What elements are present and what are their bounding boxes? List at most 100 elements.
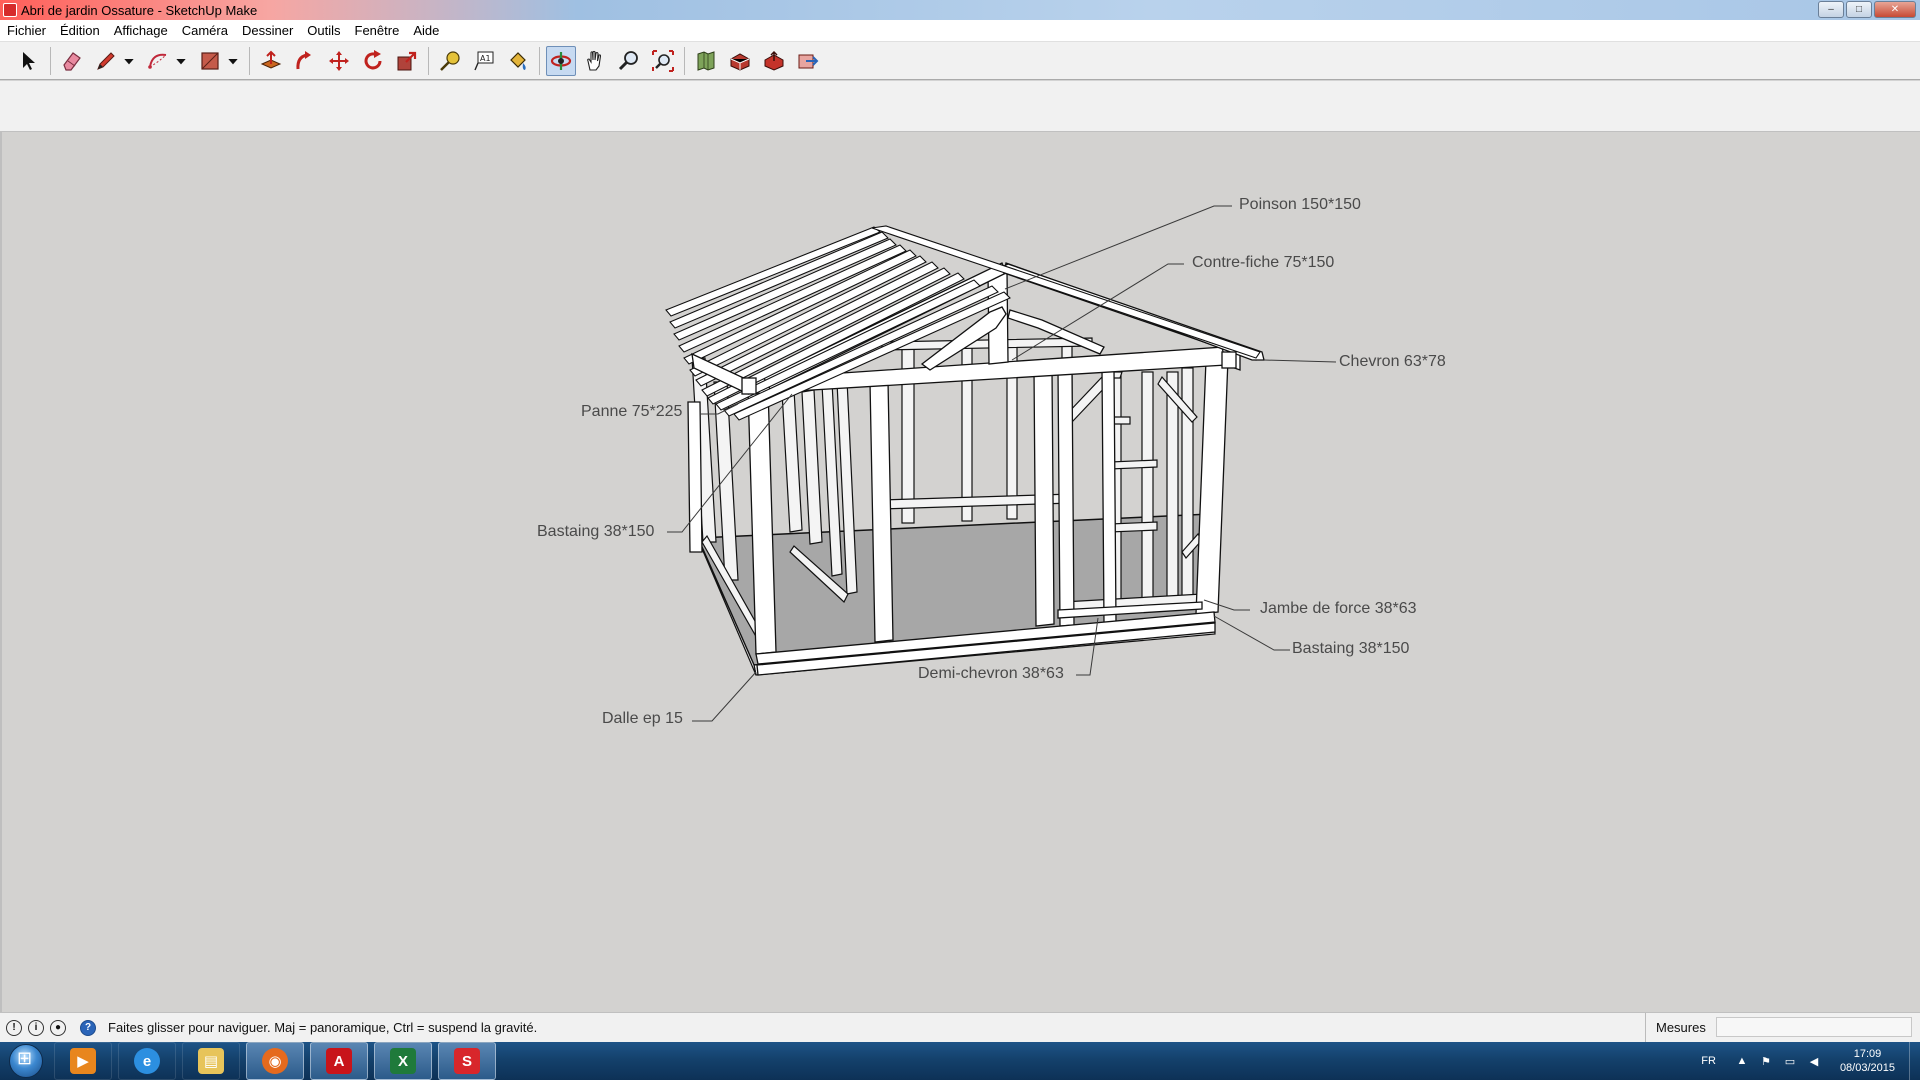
menu-camera[interactable]: Caméra (175, 23, 235, 38)
menu-dessiner[interactable]: Dessiner (235, 23, 300, 38)
zoom-extents-tool-button[interactable] (648, 46, 678, 76)
firefox-icon: ◉ (262, 1048, 288, 1074)
label-bastaing-left: Bastaing 38*150 (537, 523, 655, 540)
rectangle-icon (201, 51, 219, 70)
action-center-flag-icon[interactable]: ⚑ (1758, 1053, 1774, 1069)
taskbar-firefox[interactable]: ◉ (246, 1042, 304, 1080)
tape-measure-icon (440, 50, 460, 71)
share-model-button[interactable] (759, 46, 789, 76)
taskbar-excel[interactable]: X (374, 1042, 432, 1080)
toolbar-separator (428, 46, 429, 75)
file-explorer-icon: ▤ (198, 1048, 224, 1074)
show-desktop-button[interactable] (1909, 1042, 1920, 1080)
taskbar-file-explorer[interactable]: ▤ (182, 1042, 240, 1080)
windows-taskbar: ▶ e ▤ ◉ A X S FR ▲ ⚑ ▭ ◀ 17:09 08/03/201… (0, 1042, 1920, 1080)
scale-icon (397, 51, 417, 70)
input-language[interactable]: FR (1701, 1055, 1716, 1067)
sketchup-app-icon[interactable] (3, 3, 17, 17)
volume-icon[interactable]: ◀ (1806, 1053, 1822, 1069)
label-bastaing-right: Bastaing 38*150 (1292, 640, 1410, 657)
add-location-icon (697, 50, 715, 71)
arc-tool-dropdown[interactable] (173, 46, 189, 76)
text-icon: A1 (474, 51, 494, 70)
maximize-button[interactable]: □ (1846, 1, 1872, 18)
extension-warehouse-button[interactable] (793, 46, 823, 76)
move-tool-button[interactable] (324, 46, 354, 76)
acrobat-reader-icon: A (326, 1048, 352, 1074)
paint-bucket-tool-button[interactable] (503, 46, 533, 76)
add-location-button[interactable] (691, 46, 721, 76)
follow-me-icon (296, 50, 311, 69)
measurements-input[interactable] (1716, 1017, 1912, 1037)
tape-measure-tool-button[interactable] (435, 46, 465, 76)
user-account-icon[interactable]: ● (50, 1019, 66, 1036)
toolbar-separator (50, 46, 51, 75)
menu-fichier[interactable]: Fichier (0, 23, 53, 38)
credits-info-icon[interactable]: i (28, 1019, 44, 1036)
minimize-button[interactable]: – (1818, 1, 1844, 18)
move-icon (329, 50, 349, 71)
rotate-tool-button[interactable] (358, 46, 388, 76)
line-tool-button[interactable] (91, 46, 121, 76)
taskbar-sketchup[interactable]: S (438, 1042, 496, 1080)
scale-tool-button[interactable] (392, 46, 422, 76)
title-bar: Abri de jardin Ossature - SketchUp Make … (0, 0, 1920, 20)
eraser-icon (63, 51, 81, 71)
chevron-down-icon (228, 58, 238, 64)
menu-outils[interactable]: Outils (300, 23, 347, 38)
window-controls: – □ ✕ (1818, 1, 1916, 18)
media-player-icon: ▶ (70, 1048, 96, 1074)
shape-tool-dropdown[interactable] (225, 46, 241, 76)
pan-tool-button[interactable] (580, 46, 610, 76)
arc-tool-button[interactable] (143, 46, 173, 76)
label-jambe-de-force: Jambe de force 38*63 (1260, 600, 1417, 617)
orbit-tool-button[interactable] (546, 45, 576, 76)
clock-time: 17:09 (1853, 1048, 1882, 1060)
taskbar-media-player[interactable]: ▶ (54, 1042, 112, 1080)
clock-date: 08/03/2015 (1839, 1062, 1895, 1074)
start-button[interactable] (4, 1042, 48, 1080)
label-poinson: Poinson 150*150 (1239, 196, 1361, 213)
internet-explorer-icon: e (134, 1048, 160, 1074)
share-model-icon (764, 50, 784, 71)
follow-me-tool-button[interactable] (290, 46, 320, 76)
model-viewport[interactable]: Poinson 150*150 Contre-fiche 75*150 Chev… (0, 132, 1920, 1012)
clock[interactable]: 17:09 08/03/2015 (1840, 1047, 1895, 1075)
menu-aide[interactable]: Aide (406, 23, 446, 38)
main-toolbar: A1 (0, 42, 1920, 80)
label-chevron: Chevron 63*78 (1339, 353, 1446, 370)
select-arrow-icon (23, 51, 35, 70)
status-bar: ! i ● ? Faites glisser pour naviguer. Ma… (0, 1012, 1920, 1042)
toolbar-separator (249, 46, 250, 75)
menu-bar: Fichier Édition Affichage Caméra Dessine… (0, 20, 1920, 42)
taskbar-internet-explorer[interactable]: e (118, 1042, 176, 1080)
zoom-extents-icon (652, 49, 674, 72)
eraser-tool-button[interactable] (57, 46, 87, 76)
excel-icon: X (390, 1048, 416, 1074)
menu-fenetre[interactable]: Fenêtre (348, 23, 407, 38)
text-tool-button[interactable]: A1 (469, 46, 499, 76)
close-button[interactable]: ✕ (1874, 1, 1916, 18)
toolbar-separator (539, 46, 540, 75)
zoom-tool-button[interactable] (614, 46, 644, 76)
rectangle-tool-button[interactable] (195, 46, 225, 76)
zoom-icon (618, 50, 638, 70)
menu-edition[interactable]: Édition (53, 23, 107, 38)
menu-affichage[interactable]: Affichage (107, 23, 175, 38)
garden-shed-frame-model[interactable] (2, 132, 1920, 1012)
network-icon[interactable]: ▭ (1782, 1053, 1798, 1069)
rotate-icon (364, 49, 382, 69)
show-hidden-icons-icon[interactable]: ▲ (1734, 1053, 1750, 1069)
orbit-icon (550, 51, 572, 70)
line-tool-dropdown[interactable] (121, 46, 137, 76)
select-tool-button[interactable] (14, 46, 44, 76)
3d-warehouse-button[interactable] (725, 46, 755, 76)
taskbar-acrobat-reader[interactable]: A (310, 1042, 368, 1080)
measurements-label: Mesures (1645, 1013, 1706, 1042)
push-pull-tool-button[interactable] (256, 46, 286, 76)
help-icon[interactable]: ? (80, 1019, 96, 1036)
label-panne: Panne 75*225 (581, 403, 683, 420)
system-tray: FR ▲ ⚑ ▭ ◀ 17:09 08/03/2015 (1701, 1042, 1920, 1080)
geolocation-status-icon[interactable]: ! (6, 1019, 22, 1036)
windows-logo-icon (9, 1044, 43, 1078)
